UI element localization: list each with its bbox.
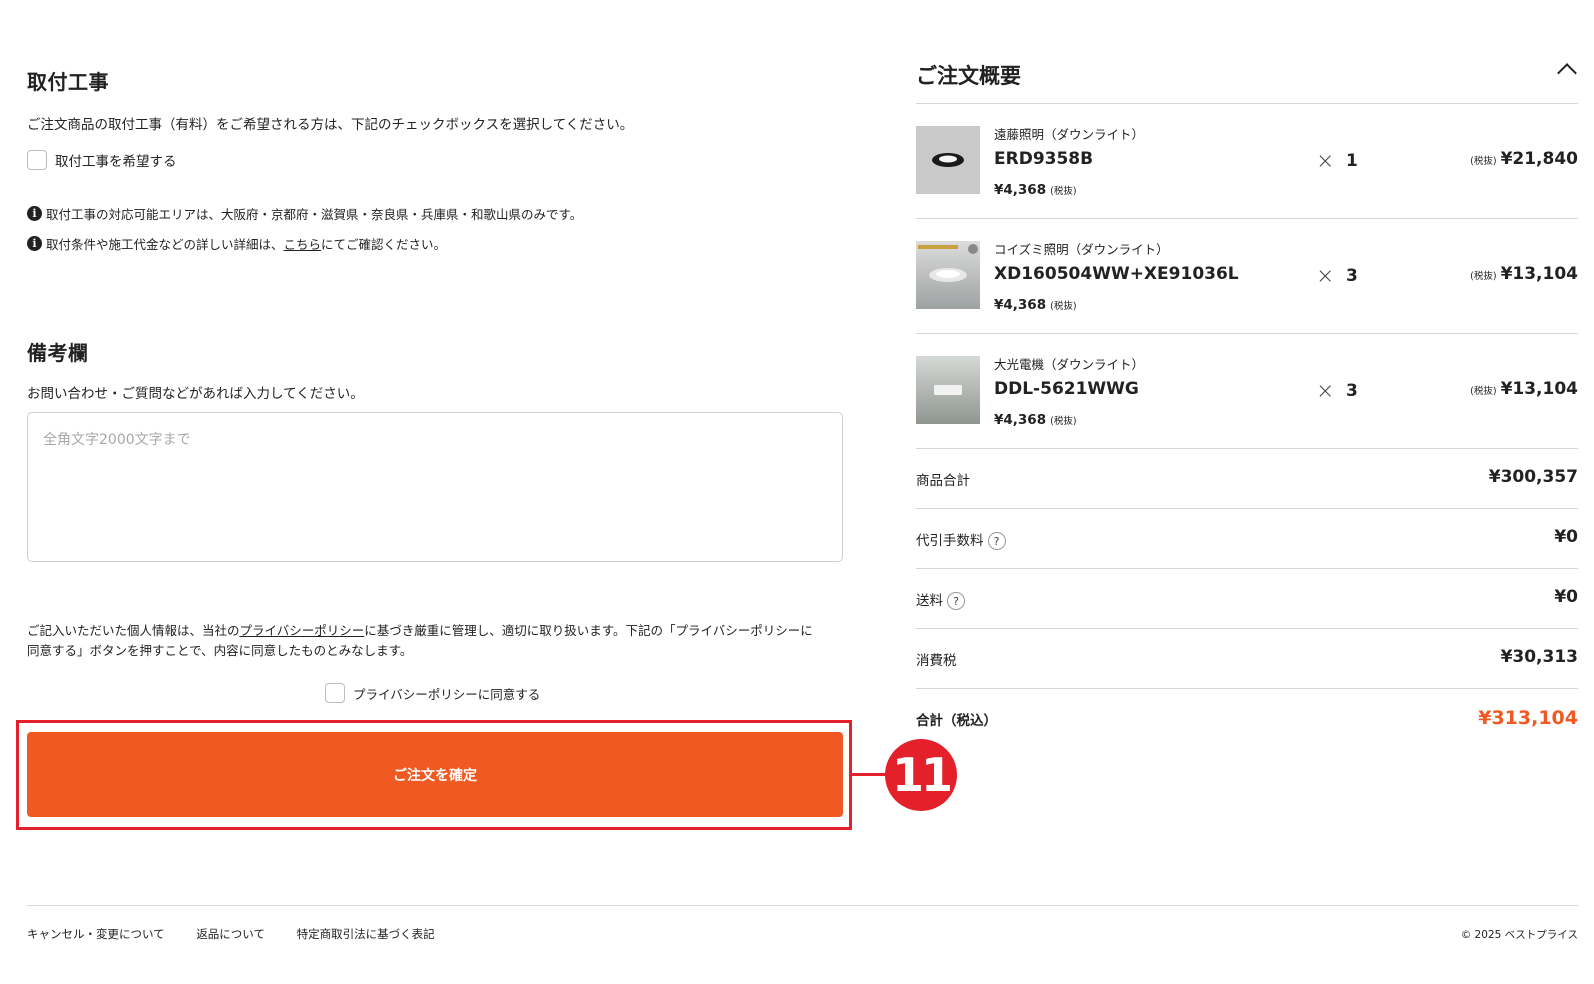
price-value: ¥13,104 <box>1500 264 1578 284</box>
order-summary-title: ご注文概要 <box>916 64 1021 88</box>
remarks-section-title: 備考欄 <box>27 341 89 365</box>
price-tax-note: (税抜) <box>1470 386 1497 397</box>
subtotal-value: ¥300,357 <box>1488 467 1578 487</box>
item-quantity: 3 <box>1346 266 1358 286</box>
privacy-text-line1-suffix: に基づき厳重に管理し、適切に取り扱います。下記の「プライバシーポリシーに <box>364 623 813 638</box>
cod-fee-label: 代引手数料 <box>916 533 984 549</box>
tax-label: 消費税 <box>916 653 957 669</box>
total-row: 合計（税込） ¥313,104 <box>916 689 1578 749</box>
unit-tax-note: (税抜) <box>1050 186 1077 197</box>
confirm-order-button[interactable]: ご注文を確定 <box>27 732 843 817</box>
product-thumbnail <box>916 241 980 309</box>
item-model: ERD9358B <box>994 149 1094 169</box>
privacy-agree-label: プライバシーポリシーに同意する <box>353 686 541 702</box>
price-value: ¥13,104 <box>1500 379 1578 399</box>
footer-link-cancel[interactable]: キャンセル・変更について <box>27 927 165 941</box>
unit-tax-note: (税抜) <box>1050 301 1077 312</box>
privacy-agree-checkbox[interactable] <box>325 683 345 703</box>
order-summary-header[interactable]: ご注文概要 <box>916 56 1578 104</box>
install-note-area: i 取付工事の対応可能エリアは、大阪府・京都府・滋賀県・奈良県・兵庫県・和歌山県… <box>27 204 827 223</box>
copyright: © 2025 ベストプライス <box>1460 929 1578 941</box>
item-model: DDL-5621WWG <box>994 379 1139 399</box>
item-brand: 遠藤照明（ダウンライト） <box>994 127 1145 142</box>
item-quantity: 1 <box>1346 151 1358 171</box>
price-value: ¥21,840 <box>1500 149 1578 169</box>
shipping-label: 送料 <box>916 593 943 609</box>
footer-links: キャンセル・変更について 返品について 特定商取引法に基づく表記 <box>27 926 463 942</box>
product-thumbnail <box>916 126 980 194</box>
item-unit-price: ¥4,368 (税抜) <box>994 297 1077 313</box>
product-thumbnail <box>916 356 980 424</box>
info-icon: i <box>27 236 42 251</box>
footer-divider <box>27 905 1578 906</box>
privacy-text-line2: 同意する」ボタンを押すことで、内容に同意したものとみなします。 <box>27 643 413 658</box>
unit-tax-note: (税抜) <box>1050 416 1077 427</box>
multiply-icon: × <box>1316 379 1335 404</box>
privacy-policy-link[interactable]: プライバシーポリシー <box>240 623 365 638</box>
unit-price-value: ¥4,368 <box>994 182 1047 198</box>
cod-fee-label-wrap: 代引手数料? <box>916 529 1006 550</box>
unit-price-value: ¥4,368 <box>994 412 1047 428</box>
remarks-description: お問い合わせ・ご質問などがあれば入力してください。 <box>27 386 364 402</box>
order-item: コイズミ照明（ダウンライト） XD160504WW+XE91036L ¥4,36… <box>916 219 1578 334</box>
item-price: (税抜) ¥13,104 <box>1470 264 1578 284</box>
item-price: (税抜) ¥13,104 <box>1470 379 1578 399</box>
price-tax-note: (税抜) <box>1470 271 1497 282</box>
chevron-up-icon[interactable] <box>1557 63 1577 83</box>
price-tax-note: (税抜) <box>1470 156 1497 167</box>
footer-link-legal[interactable]: 特定商取引法に基づく表記 <box>297 927 435 941</box>
total-label: 合計（税込） <box>916 713 997 729</box>
remarks-textarea[interactable] <box>27 412 843 562</box>
privacy-notice: ご記入いただいた個人情報は、当社のプライバシーポリシーに基づき厳重に管理し、適切… <box>27 621 843 661</box>
install-note-conditions: i 取付条件や施工代金などの詳しい詳細は、 こちら にてご確認ください。 <box>27 234 827 253</box>
install-area-note: 取付工事の対応可能エリアは、大阪府・京都府・滋賀県・奈良県・兵庫県・和歌山県のみ… <box>46 207 583 222</box>
item-unit-price: ¥4,368 (税抜) <box>994 412 1077 428</box>
info-icon: i <box>27 206 42 221</box>
help-icon[interactable]: ? <box>947 592 965 610</box>
item-quantity: 3 <box>1346 381 1358 401</box>
install-checkbox-label: 取付工事を希望する <box>55 154 177 170</box>
annotation-step-badge: 11 <box>885 739 957 811</box>
shipping-label-wrap: 送料? <box>916 589 965 610</box>
install-conditions-suffix: にてご確認ください。 <box>321 237 447 252</box>
item-unit-price: ¥4,368 (税抜) <box>994 182 1077 198</box>
unit-price-value: ¥4,368 <box>994 297 1047 313</box>
annotation-connector-line <box>852 773 888 776</box>
item-price: (税抜) ¥21,840 <box>1470 149 1578 169</box>
tax-value: ¥30,313 <box>1500 647 1578 667</box>
order-item: 大光電機（ダウンライト） DDL-5621WWG ¥4,368 (税抜) × 3 … <box>916 334 1578 449</box>
install-conditions-prefix: 取付条件や施工代金などの詳しい詳細は、 <box>46 237 284 252</box>
install-section-title: 取付工事 <box>27 70 109 94</box>
order-item: 遠藤照明（ダウンライト） ERD9358B ¥4,368 (税抜) × 1 (税抜… <box>916 104 1578 219</box>
subtotal-row: 商品合計 ¥300,357 <box>916 449 1578 509</box>
privacy-text-prefix: ご記入いただいた個人情報は、当社の <box>27 623 240 638</box>
cod-fee-value: ¥0 <box>1554 527 1578 547</box>
install-checkbox-row[interactable]: 取付工事を希望する <box>27 150 177 170</box>
subtotal-label: 商品合計 <box>916 473 970 489</box>
help-icon[interactable]: ? <box>987 532 1006 550</box>
install-details-link[interactable]: こちら <box>284 234 322 253</box>
item-brand: 大光電機（ダウンライト） <box>994 357 1145 372</box>
tax-row: 消費税 ¥30,313 <box>916 629 1578 689</box>
install-description: ご注文商品の取付工事（有料）をご希望される方は、下記のチェックボックスを選択して… <box>27 117 634 133</box>
multiply-icon: × <box>1316 149 1335 174</box>
multiply-icon: × <box>1316 264 1335 289</box>
install-checkbox[interactable] <box>27 150 47 170</box>
footer-link-returns[interactable]: 返品について <box>196 927 265 941</box>
cod-fee-row: 代引手数料? ¥0 <box>916 509 1578 569</box>
privacy-agree-row[interactable]: プライバシーポリシーに同意する <box>325 683 540 703</box>
shipping-row: 送料? ¥0 <box>916 569 1578 629</box>
shipping-value: ¥0 <box>1554 587 1578 607</box>
item-model: XD160504WW+XE91036L <box>994 264 1239 284</box>
item-brand: コイズミ照明（ダウンライト） <box>994 242 1169 257</box>
total-value: ¥313,104 <box>1478 707 1578 729</box>
